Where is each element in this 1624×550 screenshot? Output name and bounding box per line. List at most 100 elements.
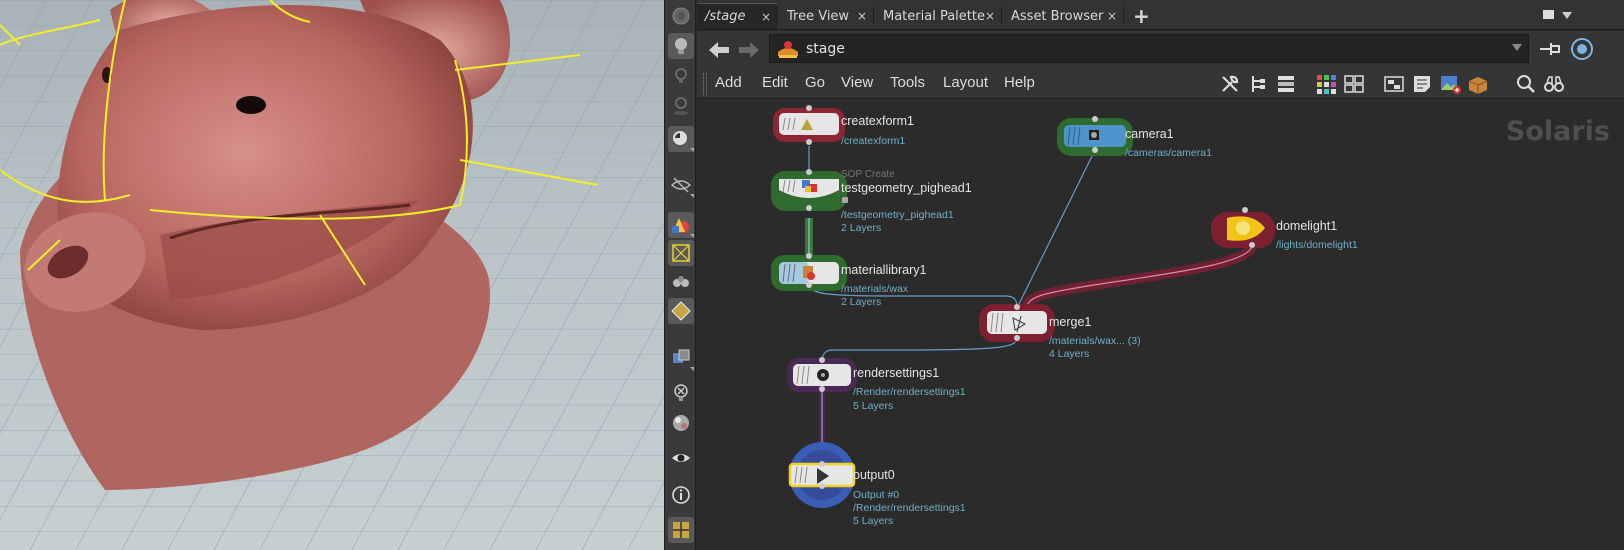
node-layers: 5 Layers — [853, 400, 894, 412]
node-createxform1 — [773, 105, 845, 145]
network-menu-bar: Add Edit Go View Tools Layout Help — [697, 69, 1624, 99]
node-path: /lights/domelight1 — [1276, 239, 1358, 251]
pin-icon[interactable] — [1537, 38, 1563, 60]
tab-stage[interactable]: /stage × — [697, 3, 777, 29]
node-name: domelight1 — [1276, 219, 1338, 233]
node-path: /testgeometry_pighead1 — [841, 209, 954, 221]
link-icon[interactable] — [1569, 36, 1595, 62]
node-camera1 — [1057, 116, 1133, 156]
box-icon[interactable] — [1467, 73, 1489, 95]
node-type-line: Output #0 — [853, 489, 900, 501]
wire-merge-rendersettings — [821, 337, 1018, 363]
wrench-icon[interactable] — [1219, 73, 1241, 95]
search-icon[interactable] — [1515, 73, 1537, 95]
image-add-icon[interactable] — [1439, 73, 1461, 95]
wireframe-icon[interactable] — [668, 298, 694, 324]
tab-tree-view[interactable]: Tree View × — [779, 3, 873, 29]
sticky-note-icon[interactable] — [1411, 73, 1433, 95]
path-bar: stage — [697, 31, 1624, 69]
menu-grip — [703, 73, 707, 95]
selection-icon[interactable] — [668, 240, 694, 266]
close-icon[interactable]: × — [761, 10, 771, 24]
node-layers: 2 Layers — [841, 296, 882, 308]
tree-icon[interactable] — [1247, 73, 1269, 95]
viewport-side-toolbar — [664, 0, 696, 550]
node-type: SOP Create — [841, 169, 895, 180]
close-icon[interactable]: × — [1107, 9, 1117, 23]
forward-arrow-icon[interactable] — [737, 39, 761, 61]
headlight-icon[interactable] — [668, 33, 694, 59]
node-path: /materials/wax... (3) — [1049, 335, 1141, 347]
grid-list-icon[interactable] — [1343, 73, 1365, 95]
close-icon[interactable]: × — [857, 9, 867, 23]
tab-label: Asset Browser — [1011, 8, 1104, 24]
info-icon[interactable] — [668, 482, 694, 508]
back-arrow-icon[interactable] — [707, 39, 731, 61]
tab-asset-browser[interactable]: Asset Browser × — [1003, 3, 1123, 29]
scene-viewport[interactable] — [0, 0, 664, 550]
node-domelight1 — [1211, 207, 1275, 248]
pane-menu-icon[interactable] — [1562, 12, 1572, 19]
snapping-icon[interactable] — [668, 270, 694, 296]
high-quality-light-icon[interactable] — [668, 93, 694, 119]
close-icon[interactable]: × — [985, 9, 995, 23]
network-view[interactable]: Solaris createxform1 /createxform1 SOP C… — [697, 100, 1624, 550]
wire-domelight-merge-highlight — [1022, 243, 1257, 309]
node-name: materiallibrary1 — [841, 263, 927, 277]
node-output0 — [788, 442, 856, 508]
add-tab-button[interactable]: + — [1125, 3, 1155, 29]
menu-edit[interactable]: Edit — [762, 74, 788, 91]
shadow-icon[interactable] — [668, 126, 694, 152]
node-testgeometry-pighead1 — [771, 169, 848, 211]
viewport-render — [0, 0, 664, 550]
node-graph — [771, 105, 1275, 508]
xray-icon[interactable] — [668, 380, 694, 406]
node-rendersettings1 — [787, 357, 857, 392]
lock-icon — [842, 197, 848, 203]
node-layers: 4 Layers — [1049, 348, 1090, 360]
display-options-icon[interactable] — [668, 3, 694, 29]
node-name: createxform1 — [841, 114, 914, 128]
menu-go[interactable]: Go — [805, 74, 825, 91]
grid-color-icon[interactable] — [1315, 73, 1337, 95]
path-dropdown-icon[interactable] — [1512, 44, 1522, 51]
visibility-icon[interactable] — [668, 172, 694, 198]
node-merge1 — [979, 304, 1055, 342]
shaded-mode-icon[interactable] — [668, 212, 694, 238]
node-name: rendersettings1 — [853, 366, 940, 380]
normal-light-icon[interactable] — [668, 63, 694, 89]
maximize-pane-icon[interactable] — [1543, 10, 1554, 19]
tab-material-palette[interactable]: Material Palette × — [875, 3, 1001, 29]
network-icon[interactable] — [1383, 73, 1405, 95]
binoculars-icon[interactable] — [1543, 73, 1565, 95]
path-field[interactable]: stage — [769, 34, 1529, 63]
menu-add[interactable]: Add — [715, 74, 742, 91]
material-ball-icon[interactable] — [668, 410, 694, 436]
pane-tab-bar: /stage × Tree View × Material Palette × … — [697, 0, 1624, 30]
node-name: camera1 — [1125, 127, 1174, 141]
background-icon[interactable] — [668, 345, 694, 371]
menu-help[interactable]: Help — [1004, 74, 1035, 91]
node-path: /Render/rendersettings1 — [853, 502, 966, 514]
node-name: merge1 — [1049, 315, 1092, 329]
list-icon[interactable] — [1275, 73, 1297, 95]
pig-eye-right — [236, 96, 266, 114]
tab-label: Material Palette — [883, 8, 985, 24]
menu-tools[interactable]: Tools — [890, 74, 925, 91]
node-path: /createxform1 — [841, 135, 906, 147]
eye-icon[interactable] — [668, 445, 694, 471]
node-name: testgeometry_pighead1 — [841, 181, 972, 195]
stage-context-icon — [778, 41, 798, 58]
node-name: output0 — [853, 468, 895, 482]
menu-view[interactable]: View — [841, 74, 873, 91]
node-path: /cameras/camera1 — [1125, 147, 1212, 159]
node-layers: 2 Layers — [841, 222, 882, 234]
node-layers: 5 Layers — [853, 515, 894, 527]
node-path: /Render/rendersettings1 — [853, 386, 966, 398]
layout-icon[interactable] — [668, 517, 694, 543]
node-path: /materials/wax — [841, 283, 909, 295]
tab-label: Tree View — [787, 8, 850, 24]
path-value: stage — [806, 40, 845, 57]
tab-label: /stage — [705, 9, 746, 24]
menu-layout[interactable]: Layout — [943, 74, 988, 91]
